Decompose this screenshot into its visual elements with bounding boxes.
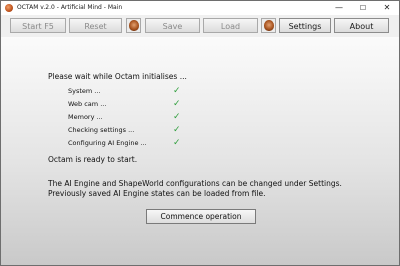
minimize-button[interactable]: — — [327, 1, 351, 15]
ready-message: Octam is ready to start. — [48, 155, 138, 164]
load-button[interactable]: Load — [203, 18, 258, 33]
wait-message: Please wait while Octam initialises ... — [48, 72, 187, 81]
check-icon: ✓ — [173, 99, 181, 109]
octam-app-icon — [5, 4, 13, 12]
face-image — [264, 20, 274, 31]
save-button[interactable]: Save — [145, 18, 200, 33]
reset-button[interactable]: Reset — [69, 18, 122, 33]
step-label-webcam: Web cam ... — [68, 100, 107, 108]
step-label-checking-settings: Checking settings ... — [68, 126, 135, 134]
step-label-configuring-ai-engine: Configuring AI Engine ... — [68, 139, 147, 147]
about-button[interactable]: About — [334, 18, 389, 33]
commence-operation-button[interactable]: Commence operation — [146, 209, 256, 224]
title-bar[interactable]: OCTAM v.2.0 - Artificial Mind - Main — ☐… — [1, 1, 399, 15]
toolbar: Start F5 Reset Save Load Settings About — [1, 15, 399, 37]
octam-face-icon[interactable] — [126, 18, 141, 33]
start-button[interactable]: Start F5 — [10, 18, 66, 33]
maximize-button[interactable]: ☐ — [351, 1, 375, 15]
step-label-memory: Memory ... — [68, 113, 103, 121]
check-icon: ✓ — [173, 125, 181, 135]
settings-button[interactable]: Settings — [279, 18, 331, 33]
info-line-settings: The AI Engine and ShapeWorld configurati… — [48, 179, 342, 188]
main-panel: Please wait while Octam initialises ... … — [1, 37, 399, 265]
main-window: OCTAM v.2.0 - Artificial Mind - Main — ☐… — [0, 0, 400, 266]
check-icon: ✓ — [173, 138, 181, 148]
check-icon: ✓ — [173, 112, 181, 122]
close-button[interactable]: ✕ — [375, 1, 399, 15]
face-image — [129, 20, 139, 31]
info-line-load: Previously saved AI Engine states can be… — [48, 189, 266, 198]
window-title: OCTAM v.2.0 - Artificial Mind - Main — [17, 4, 123, 11]
octam-face-icon[interactable] — [261, 18, 276, 33]
step-label-system: System ... — [68, 87, 101, 95]
check-icon: ✓ — [173, 86, 181, 96]
